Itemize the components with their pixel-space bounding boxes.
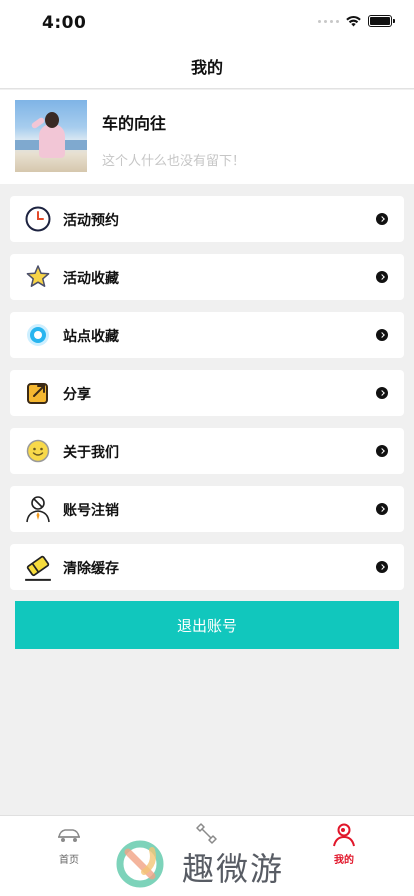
nav-bar: 我的 (0, 44, 414, 89)
status-icons (318, 15, 395, 27)
chevron-right-icon (376, 561, 388, 573)
chevron-right-icon (376, 387, 388, 399)
signal-icon (318, 19, 339, 23)
star-icon (26, 265, 50, 287)
menu-item-label: 账号注销 (63, 503, 119, 519)
tab-label: 我的 (334, 855, 354, 866)
menu-item-label: 清除缓存 (63, 561, 119, 577)
chevron-right-icon (376, 503, 388, 515)
menu-item-clear-cache[interactable]: 清除缓存 (10, 544, 404, 590)
wifi-icon (346, 15, 361, 27)
tab-label: 首页 (59, 855, 79, 866)
eraser-icon (25, 555, 51, 581)
battery-icon (368, 15, 395, 27)
smiley-icon (26, 439, 50, 463)
menu-item-label: 分享 (63, 387, 91, 403)
logout-button[interactable]: 退出账号 (15, 601, 399, 649)
avatar[interactable] (15, 100, 87, 172)
menu-item-label: 活动预约 (63, 213, 119, 229)
menu-item-label: 活动收藏 (63, 271, 119, 287)
watermark: 趣微游 (112, 836, 312, 892)
menu-item-about-us[interactable]: 关于我们 (10, 428, 404, 474)
clock-icon (25, 206, 51, 232)
tab-home[interactable]: 首页 (29, 816, 109, 866)
watermark-logo-icon (116, 840, 164, 888)
menu-list: 活动预约 活动收藏 站点收藏 分享 关于我们 账号注销 清除缓存 (10, 196, 404, 602)
profile-name: 车的向往 (102, 114, 167, 133)
status-time: 4:00 (42, 13, 87, 33)
menu-item-station-favorites[interactable]: 站点收藏 (10, 312, 404, 358)
profile-bio: 这个人什么也没有留下！ (102, 154, 246, 169)
watermark-text: 趣微游 (182, 850, 285, 888)
chevron-right-icon (376, 329, 388, 341)
status-bar: 4:00 (0, 0, 414, 44)
tab-mine[interactable]: 我的 (304, 816, 384, 866)
chevron-right-icon (376, 445, 388, 457)
menu-item-share[interactable]: 分享 (10, 370, 404, 416)
menu-item-label: 站点收藏 (63, 329, 119, 345)
chevron-right-icon (376, 213, 388, 225)
account-cancel-icon (26, 496, 50, 523)
menu-item-activity-booking[interactable]: 活动预约 (10, 196, 404, 242)
menu-item-label: 关于我们 (63, 445, 119, 461)
location-icon (27, 324, 49, 346)
share-icon (27, 383, 48, 404)
menu-item-activity-favorites[interactable]: 活动收藏 (10, 254, 404, 300)
person-icon (333, 823, 355, 847)
menu-item-account-cancel[interactable]: 账号注销 (10, 486, 404, 532)
page-title: 我的 (190, 58, 223, 77)
chevron-right-icon (376, 271, 388, 283)
profile-header[interactable]: 车的向往 这个人什么也没有留下！ (0, 90, 414, 184)
car-icon (58, 829, 80, 842)
